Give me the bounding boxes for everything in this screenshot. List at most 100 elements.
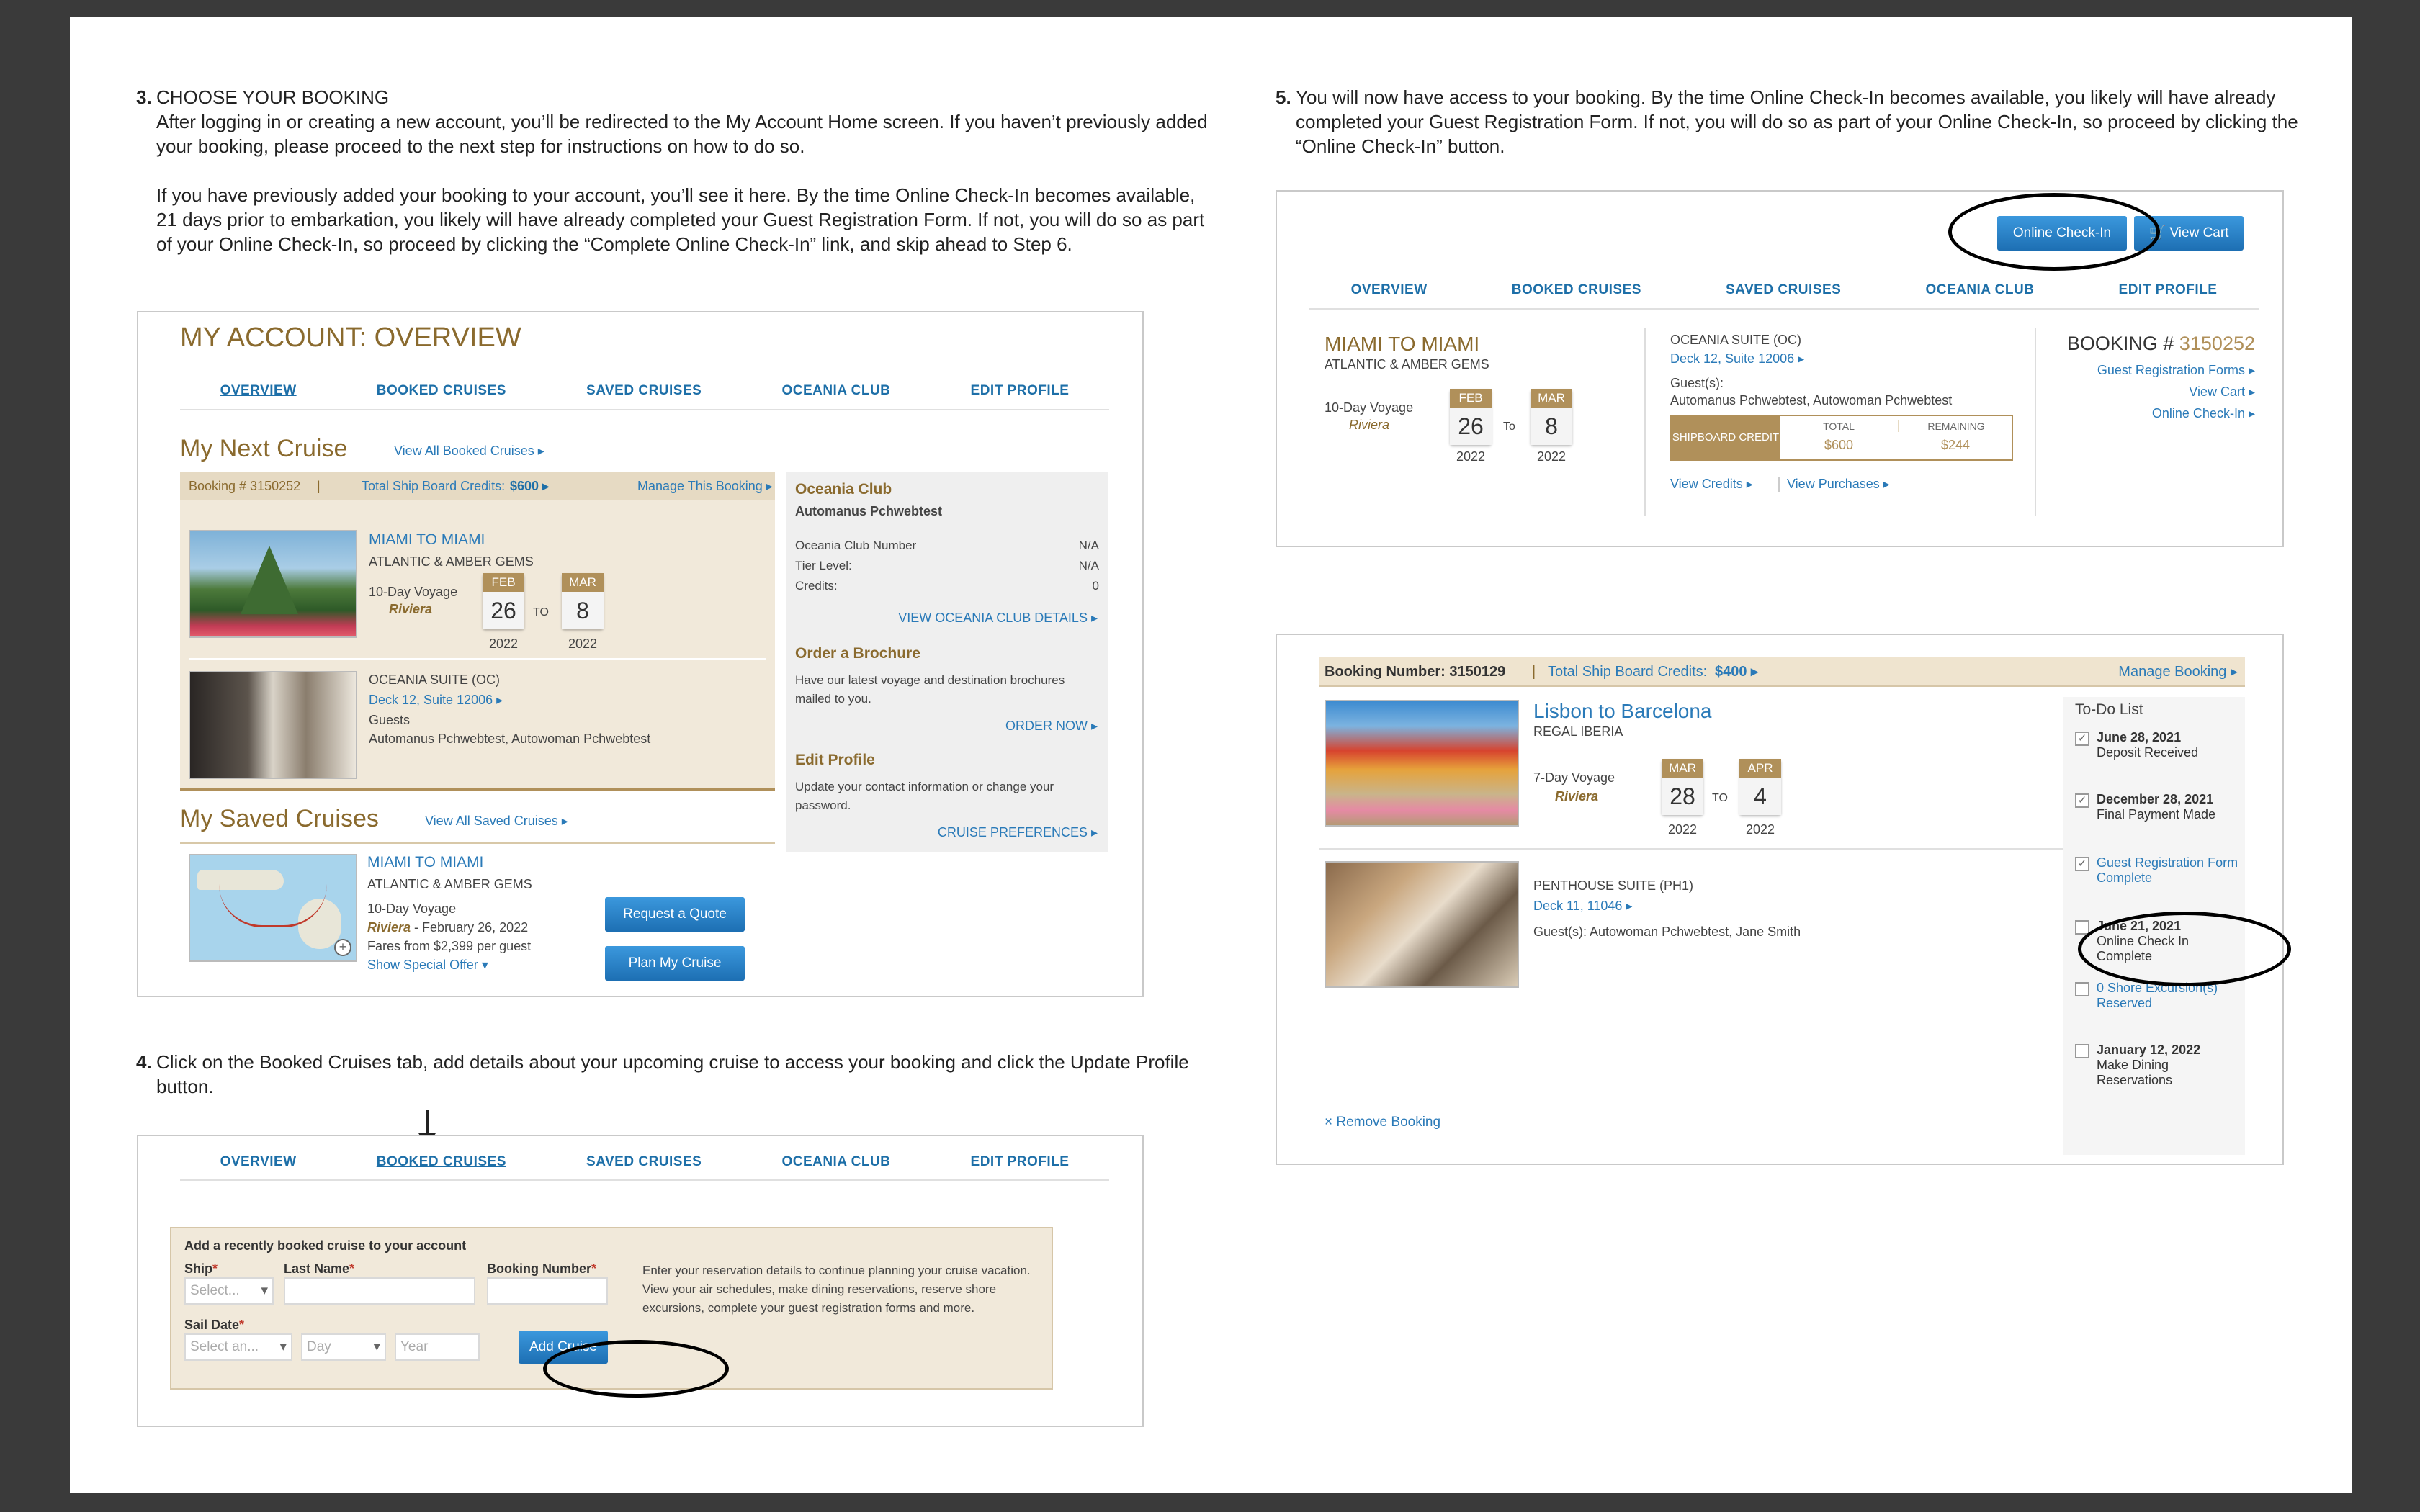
end-year: 2022 (568, 636, 598, 651)
tab-oceania-club[interactable]: OCEANIA CLUB (781, 383, 890, 399)
saved-date: - February 26, 2022 (411, 920, 529, 935)
tab-booked-cruises[interactable]: BOOKED CRUISES (377, 1154, 506, 1170)
tab-booked-cruises[interactable]: BOOKED CRUISES (1512, 282, 1641, 298)
credits-label: Total Ship Board Credits: (362, 479, 506, 493)
route-name[interactable]: MIAMI TO MIAMI (1325, 333, 1479, 356)
end-date: APR 4 (1739, 759, 1781, 815)
step-paragraph: Click on the Booked Cruises tab, add det… (156, 1051, 1189, 1097)
edit-profile-title: Edit Profile (795, 752, 875, 768)
ship-label: Ship* (184, 1261, 218, 1276)
brochure-title: Order a Brochure (795, 645, 920, 662)
booking-number-input[interactable] (487, 1277, 608, 1305)
sail-day-select[interactable]: Day ▾ (301, 1333, 386, 1361)
start-date: FEB 26 (483, 573, 524, 629)
deck-link[interactable]: Deck 11, 11046 ▸ (1533, 899, 1632, 914)
suite-name: PENTHOUSE SUITE (PH1) (1533, 878, 1694, 893)
to-label: TO (1712, 792, 1728, 804)
tab-saved-cruises[interactable]: SAVED CRUISES (586, 383, 702, 399)
ship-name: Riviera (1555, 789, 1599, 804)
credits-link[interactable]: $400 ▸ (1715, 657, 1758, 687)
tab-booked-cruises[interactable]: BOOKED CRUISES (377, 383, 506, 399)
cruise-preferences-link[interactable]: CRUISE PREFERENCES ▸ (938, 825, 1098, 840)
checkbox[interactable]: ✓ (2075, 857, 2089, 871)
view-purchases-link[interactable]: View Purchases ▸ (1778, 477, 1890, 492)
step-heading: CHOOSE YOUR BOOKING (156, 86, 390, 108)
zoom-icon[interactable]: + (334, 939, 351, 956)
highlight-ellipse (1948, 193, 2160, 271)
manage-booking-link[interactable]: Manage This Booking ▸ (637, 472, 773, 500)
route-map[interactable]: + (189, 854, 357, 962)
route-name[interactable]: Lisbon to Barcelona (1533, 700, 1712, 723)
club-details-link[interactable]: VIEW OCEANIA CLUB DETAILS ▸ (898, 611, 1098, 626)
remaining-value: $244 (1940, 438, 1971, 452)
view-all-booked-link[interactable]: View All Booked Cruises ▸ (394, 444, 544, 459)
deck-link[interactable]: Deck 12, Suite 12006 ▸ (369, 693, 503, 708)
sidebar: Oceania Club Automanus Pchwebtest Oceani… (786, 472, 1108, 852)
cruise-photo-pitons (189, 530, 357, 638)
start-year: 2022 (1667, 822, 1698, 837)
checkbox[interactable]: ✓ (2075, 732, 2089, 746)
tab-edit-profile[interactable]: EDIT PROFILE (971, 383, 1070, 399)
todo-title: To-Do List (2075, 701, 2143, 718)
tab-saved-cruises[interactable]: SAVED CRUISES (1726, 282, 1841, 298)
todo-item: June 28, 2021 Deposit Received (2097, 730, 2199, 760)
to-label: TO (533, 606, 549, 618)
ship-name: Riviera (389, 602, 433, 616)
credits-value: 0 (1092, 579, 1099, 593)
checkbox[interactable] (2075, 1044, 2089, 1058)
todo-item[interactable]: Guest Registration Form Complete (2097, 855, 2238, 886)
end-date: MAR 8 (562, 573, 604, 629)
manage-booking-link[interactable]: Manage Booking ▸ (2118, 657, 2238, 687)
tab-oceania-club[interactable]: OCEANIA CLUB (781, 1154, 890, 1170)
credits-link[interactable]: $600 ▸ (510, 472, 549, 500)
tab-saved-cruises[interactable]: SAVED CRUISES (586, 1154, 702, 1170)
sail-month-select[interactable]: Select an... ▾ (184, 1333, 292, 1361)
tab-edit-profile[interactable]: EDIT PROFILE (971, 1154, 1070, 1170)
checkbox[interactable]: ✓ (2075, 793, 2089, 808)
ship-select[interactable]: Select... ▾ (184, 1277, 274, 1305)
saved-divider (180, 842, 775, 844)
booking-number: Booking Number: 3150129 (1325, 664, 1506, 680)
tier-label: Tier Level: (795, 559, 852, 572)
guests-list: Automanus Pchwebtest, Autowoman Pchwebte… (369, 732, 651, 746)
online-check-in-link[interactable]: Online Check-In ▸ (2152, 406, 2255, 421)
next-cruise-title: My Next Cruise (180, 435, 348, 462)
last-name-input[interactable] (284, 1277, 475, 1305)
account-nav: OVERVIEW BOOKED CRUISES SAVED CRUISES OC… (1309, 272, 2259, 310)
route-name[interactable]: MIAMI TO MIAMI (369, 531, 485, 549)
checkbox[interactable] (2075, 982, 2089, 996)
guest-registration-link[interactable]: Guest Registration Forms ▸ (2097, 363, 2255, 378)
view-cart-link[interactable]: View Cart ▸ (2189, 384, 2255, 400)
booking-header: Booking Number: 3150129 | Total Ship Boa… (1319, 657, 2245, 687)
tab-overview[interactable]: OVERVIEW (1351, 282, 1428, 298)
theme-name: ATLANTIC & AMBER GEMS (1325, 357, 1489, 372)
step-number: 3. (136, 86, 152, 108)
tab-edit-profile[interactable]: EDIT PROFILE (2119, 282, 2218, 298)
tab-overview[interactable]: OVERVIEW (220, 1154, 297, 1170)
tab-overview[interactable]: OVERVIEW (220, 383, 297, 399)
end-year: 2022 (1536, 449, 1567, 464)
view-credits-link[interactable]: View Credits ▸ (1670, 477, 1753, 492)
check-in-screenshot: Online Check-In 🛒 View Cart OVERVIEW BOO… (1276, 190, 2284, 547)
deck-link[interactable]: Deck 12, Suite 12006 ▸ (1670, 351, 1804, 366)
request-quote-button[interactable]: Request a Quote (605, 897, 745, 932)
form-info: Enter your reservation details to contin… (642, 1264, 1031, 1315)
plan-cruise-button[interactable]: Plan My Cruise (605, 946, 745, 981)
special-offer-link[interactable]: Show Special Offer ▾ (367, 958, 488, 973)
start-date: FEB 26 (1450, 389, 1492, 445)
view-all-saved-link[interactable]: View All Saved Cruises ▸ (425, 814, 568, 829)
tab-oceania-club[interactable]: OCEANIA CLUB (1925, 282, 2034, 298)
remove-booking-link[interactable]: × Remove Booking (1325, 1115, 1440, 1130)
step-5-text: 5. You will now have access to your book… (1276, 85, 2333, 158)
guests-list: Automanus Pchwebtest, Autowoman Pchwebte… (1670, 393, 1953, 408)
start-year: 2022 (488, 636, 519, 651)
sail-year-select[interactable]: Year (395, 1333, 480, 1361)
account-title: MY ACCOUNT: OVERVIEW (180, 323, 521, 353)
highlight-ellipse (2078, 912, 2291, 986)
sail-date-label: Sail Date* (184, 1318, 245, 1332)
credits-label: Total Ship Board Credits: (1548, 664, 1708, 680)
saved-route[interactable]: MIAMI TO MIAMI (367, 854, 483, 871)
todo-item: January 12, 2022 Make Dining Reservations (2097, 1043, 2201, 1087)
order-now-link[interactable]: ORDER NOW ▸ (1005, 719, 1098, 734)
total-value: $600 (1824, 438, 1854, 452)
